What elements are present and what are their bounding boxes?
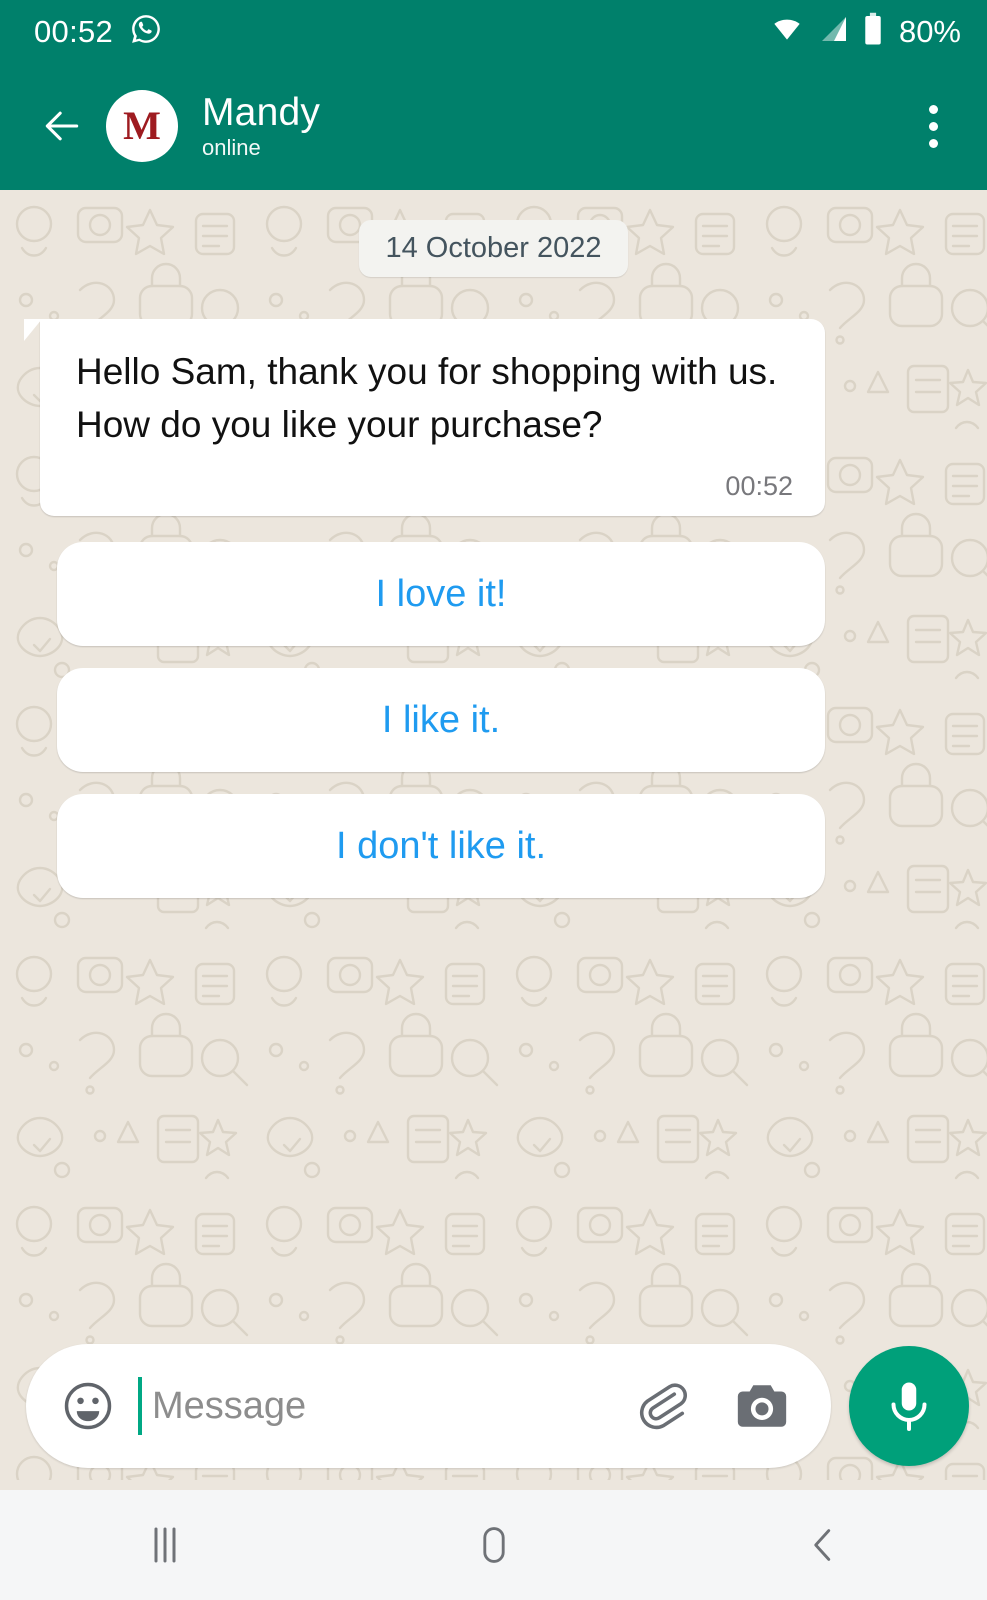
status-bar-clock: 00:52 (34, 13, 114, 49)
message-list[interactable]: 14 October 2022 Hello Sam, thank you for… (0, 190, 987, 1490)
message-input-dock: Message (0, 1344, 987, 1468)
message-input-container[interactable]: Message (26, 1344, 831, 1468)
quick-reply-label: I like it. (381, 699, 501, 741)
camera-icon[interactable] (733, 1379, 791, 1433)
menu-dot (928, 138, 938, 148)
message-text: Hello Sam, thank you for shopping with u… (76, 351, 778, 445)
menu-dot (928, 104, 938, 114)
date-divider-row: 14 October 2022 (0, 220, 987, 277)
avatar[interactable]: M (106, 90, 178, 162)
message-row-incoming: Hello Sam, thank you for shopping with u… (0, 319, 987, 516)
status-bar-left: 00:52 (34, 12, 163, 51)
emoji-smiley-icon[interactable] (60, 1378, 116, 1434)
wifi-icon (768, 13, 806, 50)
nav-back-icon[interactable] (763, 1490, 883, 1600)
battery-percent-label: 80% (898, 13, 961, 49)
contact-info[interactable]: Mandy online (202, 91, 320, 161)
quick-reply-label: I love it! (375, 573, 507, 615)
menu-dot (928, 121, 938, 131)
quick-reply-label: I don't like it. (335, 825, 547, 867)
message-bubble-incoming[interactable]: Hello Sam, thank you for shopping with u… (24, 319, 825, 516)
system-navigation-bar (0, 1490, 987, 1600)
whatsapp-icon (129, 12, 163, 51)
phone-screen: 00:52 80% M Mandy online 14 October 2022… (0, 0, 987, 1600)
recents-icon[interactable] (105, 1490, 225, 1600)
quick-reply-list: I love it! I like it. I don't like it. (0, 542, 987, 898)
status-bar: 00:52 80% (0, 0, 987, 62)
back-arrow-icon[interactable] (40, 104, 84, 148)
quick-reply-button-dislike[interactable]: I don't like it. (57, 794, 825, 898)
home-icon[interactable] (434, 1490, 554, 1600)
contact-presence-status: online (202, 135, 261, 160)
quick-reply-button-like[interactable]: I like it. (57, 668, 825, 772)
paperclip-icon[interactable] (637, 1377, 695, 1435)
more-vertical-icon[interactable] (905, 90, 961, 162)
chat-area: 14 October 2022 Hello Sam, thank you for… (0, 190, 987, 1490)
avatar-initial: M (123, 103, 161, 148)
message-input-placeholder[interactable]: Message (152, 1387, 637, 1425)
quick-reply-button-love[interactable]: I love it! (57, 542, 825, 646)
status-bar-right: 80% (768, 12, 961, 51)
date-divider: 14 October 2022 (359, 220, 628, 277)
message-timestamp: 00:52 (725, 471, 793, 501)
contact-name: Mandy (202, 91, 321, 134)
microphone-icon[interactable] (849, 1346, 969, 1466)
cellular-signal-icon (817, 13, 851, 50)
chat-app-bar: M Mandy online (0, 62, 987, 190)
battery-icon (862, 12, 884, 51)
text-cursor (138, 1377, 142, 1435)
